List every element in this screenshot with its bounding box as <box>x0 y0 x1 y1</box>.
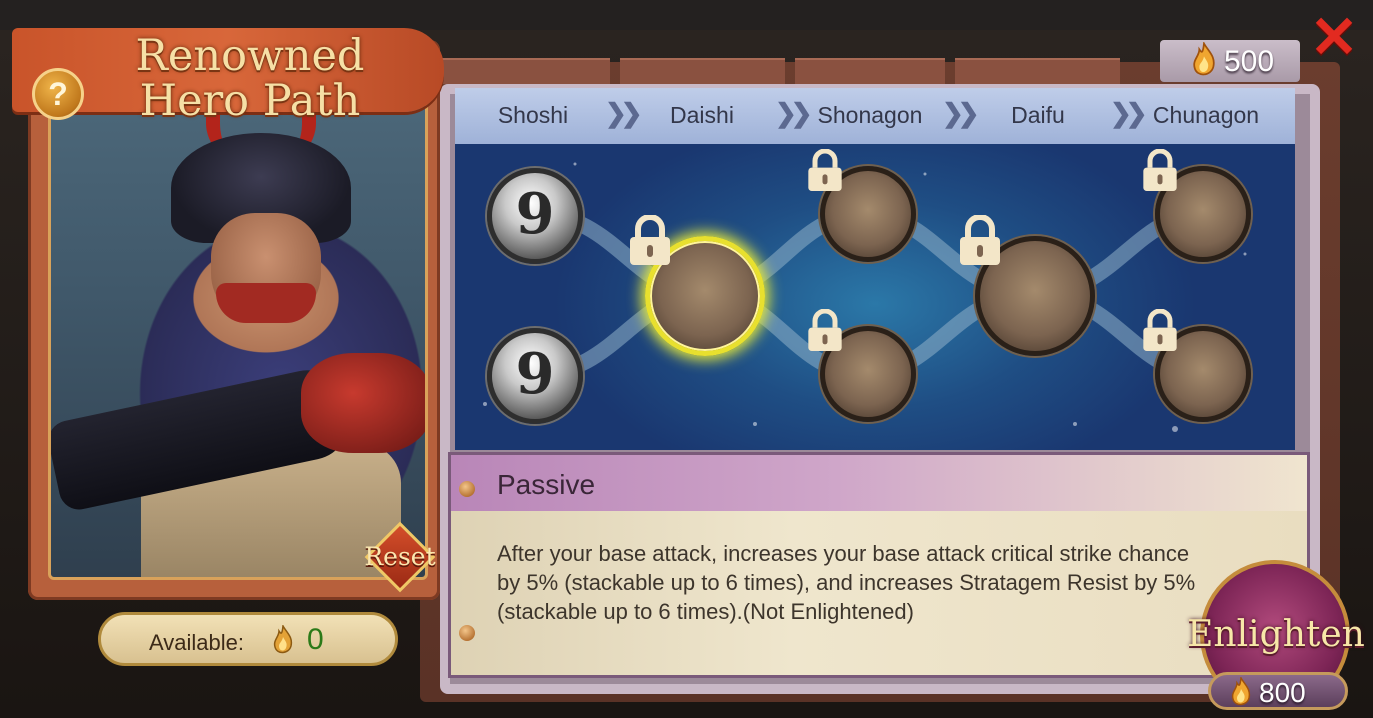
currency-display: 500 <box>1160 40 1300 82</box>
close-x-icon[interactable]: ✕ <box>1308 9 1360 67</box>
lock-icon <box>808 309 842 351</box>
enlighten-button[interactable]: Enlighten 800 <box>1186 560 1366 710</box>
passive-description: After your base attack, increases your b… <box>497 541 1196 624</box>
reset-label: Reset <box>364 542 436 571</box>
board-plank <box>955 58 1120 84</box>
passive-header: Passive <box>451 455 1307 511</box>
board-plank <box>430 58 610 84</box>
flame-coin-icon <box>1231 677 1251 706</box>
top-bar <box>0 0 1373 30</box>
board-plank <box>795 58 945 84</box>
hero-shoulder-armor <box>301 353 425 453</box>
question-mark-icon[interactable]: ? <box>32 68 84 120</box>
lock-icon <box>1143 309 1177 351</box>
tier-label-chunagon: Chunagon <box>1152 102 1260 128</box>
tier-header: Shoshi ❯❯ Daishi ❯❯ Shonagon ❯❯ Daifu ❯❯… <box>455 88 1295 144</box>
enlighten-cost-value: 800 <box>1259 677 1306 708</box>
skill-node-locked[interactable] <box>808 149 916 262</box>
enlighten-label: Enlighten <box>1187 614 1365 655</box>
available-points: Available: 0 <box>98 612 398 666</box>
available-label: Available: <box>149 630 244 655</box>
passive-panel: Passive After your base attack, increase… <box>448 452 1310 678</box>
reset-button[interactable]: Reset <box>364 521 436 593</box>
skill-node-unlocked[interactable]: 9 <box>487 328 583 424</box>
lock-icon <box>960 215 1000 265</box>
skill-node-unlocked[interactable]: 9 <box>487 168 583 264</box>
lock-icon <box>1143 149 1177 191</box>
tier-label-daishi: Daishi <box>670 102 734 128</box>
currency-amount: 500 <box>1224 45 1275 78</box>
tier-label-shonagon: Shonagon <box>817 102 923 128</box>
board-plank <box>620 58 785 84</box>
enlighten-cost: 800 <box>1208 672 1348 710</box>
skill-tree-field: 9 9 <box>455 144 1295 450</box>
skill-node-locked[interactable] <box>960 215 1095 356</box>
tier-label-shoshi: Shoshi <box>497 102 569 128</box>
hero-portrait <box>48 60 428 580</box>
flame-token-icon <box>273 625 293 654</box>
skill-node-locked[interactable] <box>808 309 916 422</box>
page-title-line-2: Hero Path <box>139 76 361 126</box>
hero-mask <box>216 283 316 323</box>
lock-icon <box>630 215 670 265</box>
rivet-icon <box>459 625 475 641</box>
tier-label-daifu: Daifu <box>1011 102 1065 128</box>
skill-node-locked[interactable] <box>1143 149 1251 262</box>
lock-icon <box>808 149 842 191</box>
skill-node-glyph: 9 <box>515 341 555 407</box>
page-title-line-1: Renowned <box>135 31 365 81</box>
skill-node-glyph: 9 <box>515 181 555 247</box>
skill-node-selected[interactable] <box>630 215 765 356</box>
flame-coin-icon <box>1193 42 1215 76</box>
skill-node-locked[interactable] <box>1143 309 1251 422</box>
passive-title: Passive <box>497 469 596 500</box>
page-title: Renowned Hero Path <box>120 34 380 124</box>
rivet-icon <box>459 481 475 497</box>
available-value: 0 <box>307 623 324 656</box>
